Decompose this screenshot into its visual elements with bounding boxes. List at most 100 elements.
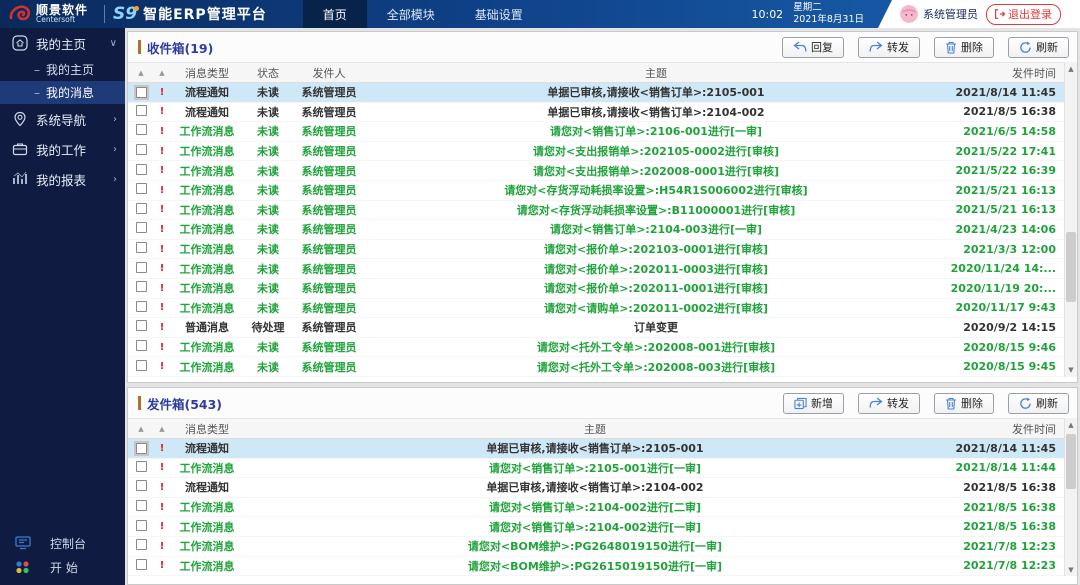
message-status: 未读 bbox=[244, 104, 292, 120]
col-status[interactable]: 状态 bbox=[244, 65, 292, 81]
row-checkbox[interactable] bbox=[136, 539, 147, 550]
sidebar-item-system-nav[interactable]: 系统导航 › bbox=[0, 104, 125, 134]
inbox-message-row[interactable]: ! 工作流消息 未读 系统管理员 请您对<报价单>:202103-0001进行[… bbox=[128, 240, 1064, 260]
inbox-message-row[interactable]: ! 工作流消息 未读 系统管理员 请您对<托外工令单>:202008-003进行… bbox=[128, 357, 1064, 377]
sort-flag-icon[interactable]: ▲ bbox=[154, 69, 170, 77]
row-checkbox[interactable] bbox=[136, 281, 147, 292]
row-checkbox[interactable] bbox=[136, 559, 147, 570]
row-checkbox[interactable] bbox=[136, 183, 147, 194]
row-checkbox[interactable] bbox=[136, 203, 147, 214]
col-subject[interactable]: 主题 bbox=[366, 65, 946, 81]
nav-tab-all-modules[interactable]: 全部模块 bbox=[367, 0, 455, 28]
inbox-message-row[interactable]: ! 工作流消息 未读 系统管理员 请您对<支出报销单>:202008-0001进… bbox=[128, 161, 1064, 181]
sidebar-item-my-home[interactable]: 我的主页 ∨ bbox=[0, 28, 125, 58]
submenu-dash: – bbox=[34, 63, 40, 77]
inbox-message-row[interactable]: ! 工作流消息 未读 系统管理员 请您对<存货浮动耗损率设置>:B1100000… bbox=[128, 201, 1064, 221]
col-type[interactable]: 消息类型 bbox=[170, 65, 244, 81]
row-checkbox[interactable] bbox=[136, 480, 147, 491]
outbox-message-row[interactable]: ! 工作流消息 请您对<销售订单>:2105-001进行[一审] 2021/8/… bbox=[128, 459, 1064, 479]
message-time: 2021/7/8 12:23 bbox=[946, 540, 1064, 553]
delete-button[interactable]: 删除 bbox=[934, 393, 994, 414]
scrollbar-thumb[interactable] bbox=[1066, 232, 1076, 302]
inbox-message-row[interactable]: ! 工作流消息 未读 系统管理员 请您对<报价单>:202011-0001进行[… bbox=[128, 279, 1064, 299]
inbox-message-row[interactable]: ! 工作流消息 未读 系统管理员 请您对<请购单>:202011-0002进行[… bbox=[128, 299, 1064, 319]
avatar[interactable] bbox=[900, 5, 918, 23]
scroll-down-icon[interactable]: ▼ bbox=[1065, 563, 1077, 576]
row-checkbox[interactable] bbox=[136, 262, 147, 273]
outbox-message-row[interactable]: ! 工作流消息 请您对<BOM维护>:PG2648019150进行[一审] 20… bbox=[128, 537, 1064, 557]
inbox-message-row[interactable]: ! 普通消息 待处理 系统管理员 订单变更 2020/9/2 14:15 bbox=[128, 318, 1064, 338]
row-checkbox[interactable] bbox=[136, 222, 147, 233]
inbox-message-row[interactable]: ! 工作流消息 未读 系统管理员 请您对<报价单>:202011-0003进行[… bbox=[128, 259, 1064, 279]
sidebar-subitem-my-home[interactable]: – 我的主页 bbox=[0, 58, 125, 81]
sidebar-subitem-my-messages[interactable]: – 我的消息 bbox=[0, 81, 125, 104]
row-checkbox[interactable] bbox=[136, 144, 147, 155]
inbox-message-row[interactable]: ! 工作流消息 未读 系统管理员 请您对<存货浮动耗损率设置>:H54R1S00… bbox=[128, 181, 1064, 201]
message-status: 未读 bbox=[244, 84, 292, 100]
nav-tab-basic-settings[interactable]: 基础设置 bbox=[455, 0, 543, 28]
row-checkbox[interactable] bbox=[136, 443, 147, 454]
outbox-scrollbar[interactable]: ▲ ▼ bbox=[1064, 418, 1077, 576]
forward-button[interactable]: 转发 bbox=[858, 37, 920, 58]
priority-flag-icon: ! bbox=[154, 244, 170, 255]
col-subject[interactable]: 主题 bbox=[244, 421, 946, 437]
outbox-message-row[interactable]: ! 工作流消息 请您对<销售订单>:2104-002进行[二审] 2021/8/… bbox=[128, 498, 1064, 518]
col-time[interactable]: 发件时间 bbox=[946, 421, 1064, 437]
submenu-dash: – bbox=[34, 86, 40, 100]
user-area: 系统管理员 退出登录 bbox=[878, 0, 1080, 28]
inbox-message-row[interactable]: ! 工作流消息 未读 系统管理员 请您对<销售订单>:2104-003进行[一审… bbox=[128, 220, 1064, 240]
row-checkbox[interactable] bbox=[136, 242, 147, 253]
row-checkbox[interactable] bbox=[136, 461, 147, 472]
sidebar-item-my-reports[interactable]: 我的报表 › bbox=[0, 164, 125, 194]
message-time: 2020/11/19 20:... bbox=[946, 282, 1064, 295]
priority-flag-icon: ! bbox=[154, 482, 170, 493]
priority-flag-icon: ! bbox=[154, 106, 170, 117]
outbox-message-row[interactable]: ! 流程通知 单据已审核,请接收<销售订单>:2105-001 2021/8/1… bbox=[128, 439, 1064, 459]
row-checkbox[interactable] bbox=[136, 520, 147, 531]
scroll-down-icon[interactable]: ▼ bbox=[1065, 364, 1077, 377]
sidebar-item-my-work[interactable]: 我的工作 › bbox=[0, 134, 125, 164]
row-checkbox[interactable] bbox=[136, 360, 147, 371]
refresh-button[interactable]: 刷新 bbox=[1008, 393, 1069, 414]
add-button[interactable]: 新增 bbox=[783, 393, 844, 414]
message-subject: 请您对<销售订单>:2105-001进行[一审] bbox=[244, 460, 946, 476]
priority-flag-icon: ! bbox=[154, 322, 170, 333]
scroll-up-icon[interactable]: ▲ bbox=[1065, 62, 1077, 75]
inbox-message-row[interactable]: ! 工作流消息 未读 系统管理员 请您对<销售订单>:2106-001进行[一审… bbox=[128, 122, 1064, 142]
col-sender[interactable]: 发件人 bbox=[292, 65, 366, 81]
inbox-message-row[interactable]: ! 工作流消息 未读 系统管理员 请您对<支出报销单>:202105-0002进… bbox=[128, 142, 1064, 162]
outbox-message-row[interactable]: ! 工作流消息 请您对<BOM维护>:PG2615019150进行[一审] 20… bbox=[128, 557, 1064, 577]
sort-attachment-icon[interactable]: ▲ bbox=[128, 69, 154, 77]
inbox-scrollbar[interactable]: ▲ ▼ bbox=[1064, 62, 1077, 377]
reply-button[interactable]: 回复 bbox=[782, 37, 844, 58]
start-button[interactable]: 开 始 bbox=[0, 555, 125, 579]
delete-button[interactable]: 删除 bbox=[934, 37, 994, 58]
row-checkbox[interactable] bbox=[136, 340, 147, 351]
inbox-message-row[interactable]: ! 流程通知 未读 系统管理员 单据已审核,请接收<销售订单>:2104-002… bbox=[128, 103, 1064, 123]
outbox-message-row[interactable]: ! 工作流消息 请您对<销售订单>:2104-002进行[一审] 2021/8/… bbox=[128, 517, 1064, 537]
sort-flag-icon[interactable]: ▲ bbox=[154, 425, 170, 433]
console-button[interactable]: 控制台 bbox=[0, 531, 125, 555]
chevron-right-icon: › bbox=[113, 144, 117, 155]
row-checkbox[interactable] bbox=[136, 164, 147, 175]
priority-flag-icon: ! bbox=[154, 165, 170, 176]
row-checkbox[interactable] bbox=[136, 87, 147, 98]
col-time[interactable]: 发件时间 bbox=[946, 65, 1064, 81]
nav-tab-home[interactable]: 首页 bbox=[303, 0, 367, 28]
col-type[interactable]: 消息类型 bbox=[170, 421, 244, 437]
forward-button[interactable]: 转发 bbox=[858, 393, 920, 414]
inbox-message-row[interactable]: ! 流程通知 未读 系统管理员 单据已审核,请接收<销售订单>:2105-001… bbox=[128, 83, 1064, 103]
scroll-up-icon[interactable]: ▲ bbox=[1065, 418, 1077, 431]
sort-attachment-icon[interactable]: ▲ bbox=[128, 425, 154, 433]
message-status: 未读 bbox=[244, 280, 292, 296]
scrollbar-thumb[interactable] bbox=[1066, 434, 1076, 489]
inbox-message-row[interactable]: ! 工作流消息 未读 系统管理员 请您对<托外工令单>:202008-001进行… bbox=[128, 338, 1064, 358]
row-checkbox[interactable] bbox=[136, 105, 147, 116]
outbox-message-row[interactable]: ! 流程通知 单据已审核,请接收<销售订单>:2104-002 2021/8/5… bbox=[128, 478, 1064, 498]
row-checkbox[interactable] bbox=[136, 320, 147, 331]
row-checkbox[interactable] bbox=[136, 301, 147, 312]
row-checkbox[interactable] bbox=[136, 124, 147, 135]
row-checkbox[interactable] bbox=[136, 500, 147, 511]
logout-button[interactable]: 退出登录 bbox=[986, 4, 1061, 25]
refresh-button[interactable]: 刷新 bbox=[1008, 37, 1069, 58]
